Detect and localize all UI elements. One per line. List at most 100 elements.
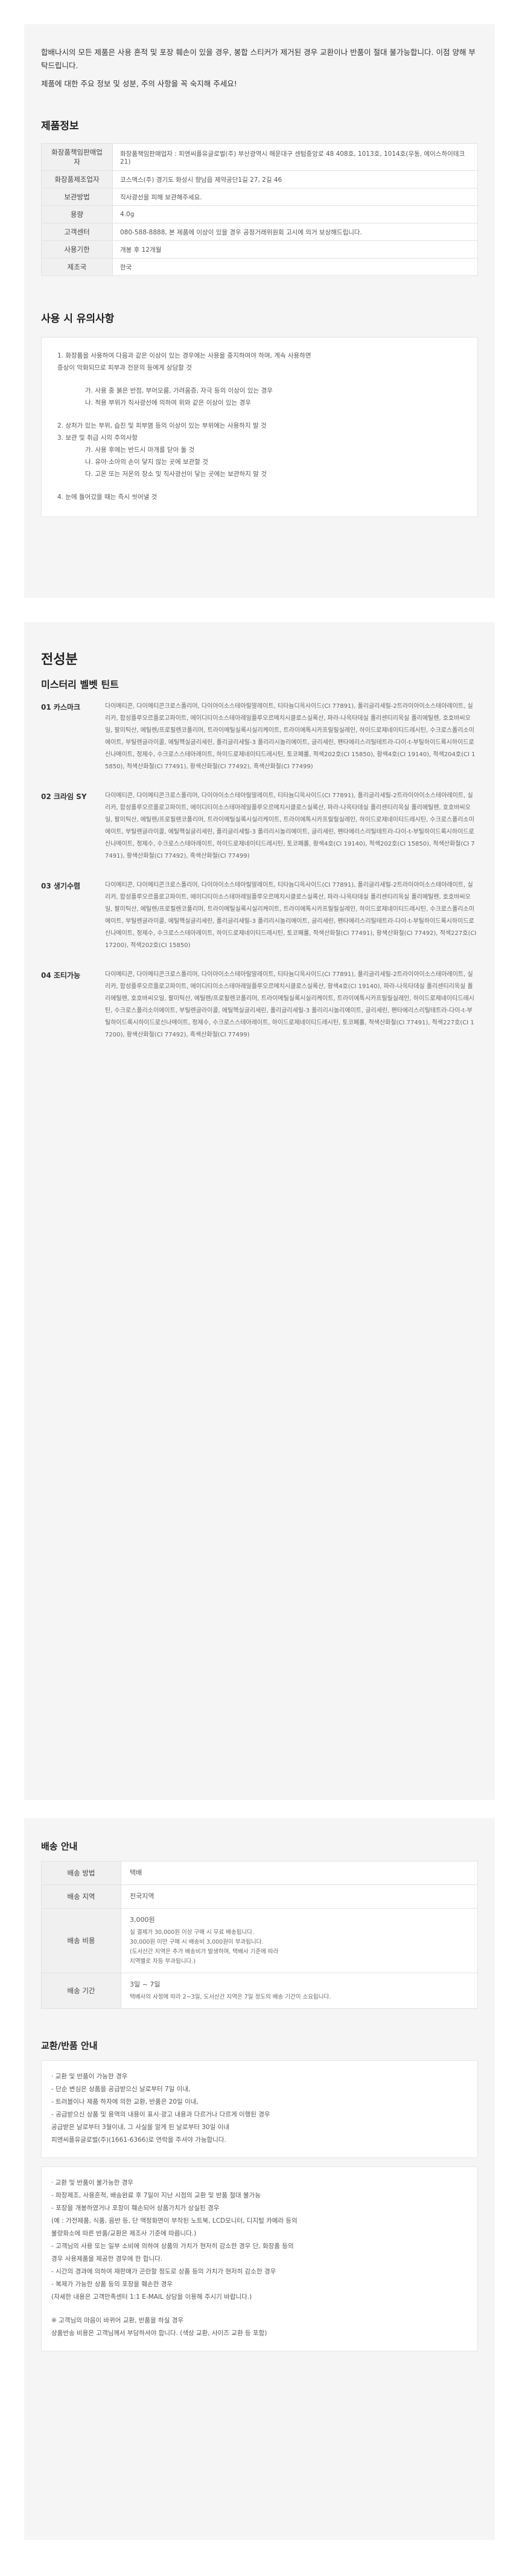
caution-item: 가. 사용 중 붉은 반점, 부어오름, 가려움증, 자극 등의 이상이 있는 … — [85, 387, 273, 394]
ingredient-row: 01 카스마크 다이메티콘, 다이메티콘크로스폴리머, 다이아이소스테아릴말레이트… — [24, 701, 495, 773]
ingredient-list: 01 카스마크다이메티콘, 다이메티콘크로스폴리머, 다이아이소스테아릴말레이트… — [24, 701, 495, 1041]
exchange-line: - 포장을 개봉하였거나 포장이 훼손되어 상품가치가 상실된 경우 — [51, 2205, 220, 2212]
shipping-value-line: 3일 ~ 7일 — [130, 1980, 161, 1988]
shade-name: 01 카스마크 — [41, 703, 81, 711]
caution-item: 1. 화장품을 사용하여 다음과 같은 이상이 있는 경우에는 사용을 중지하여… — [57, 352, 311, 359]
shade-name: 03 생기수렴 — [41, 882, 81, 890]
shipping-panel: 배송 안내 배송 방법 택배 배송 지역 전국지역 배송 비용 3,000원 실 결제가 3… — [24, 1818, 495, 2540]
ingredient-text: 다이메티콘, 다이메티콘크로스폴리머, 다이아이소스테아릴말레이트, 티타늄디옥… — [105, 792, 475, 859]
info-row: 제조국 한국 — [41, 258, 478, 276]
caution-item: 다. 고온 또는 저온의 장소 및 직사광선이 닿는 곳에는 보관하지 말 것 — [85, 471, 267, 478]
info-label: 사용기한 — [41, 240, 113, 259]
info-label: 제조국 — [41, 258, 113, 276]
caution-item: 2. 상처가 있는 부위, 습진 및 피부염 등의 이상이 있는 부위에는 사용… — [57, 422, 267, 429]
shipping-value-line: 3,000원 — [130, 1916, 155, 1924]
shipping-value: 전국지역 — [121, 1884, 478, 1909]
exchange-line: 불량화소에 따른 반품/교환은 제조사 기준에 따릅니다.) — [51, 2230, 197, 2237]
caution-box: 1. 화장품을 사용하여 다음과 같은 이상이 있는 경우에는 사용을 중지하여… — [41, 337, 478, 517]
shipping-label: 배송 방법 — [41, 1861, 121, 1885]
exchange-note: ※ 고객님의 마음이 바뀌어 교환, 반품을 하실 경우 — [51, 2317, 184, 2324]
shipping-value-line: 전국지역 — [130, 1892, 154, 1900]
ingredient-row: 02 크라임 SY 다이메티콘, 다이메티콘크로스폴리머, 다이아이소스테아릴말레… — [24, 790, 495, 862]
info-row: 고객센터 080-588-8888, 본 제품에 이상이 있을 경우 공정거래위원… — [41, 223, 478, 241]
shipping-value: 택배 — [121, 1861, 478, 1885]
exchange-impossible-box: · 교환 및 반품이 불가능한 경우 - 파장제조, 사용흔적, 배송완료 후 7… — [41, 2166, 478, 2351]
exchange-line: (예 : 가전제품, 식품, 음반 등, 단 액정화면이 부착된 노트북, LC… — [51, 2217, 298, 2224]
exchange-possible-box: · 교환 및 반품이 가능한 경우 - 단순 변심은 상품을 공급받으신 날로부터… — [41, 2060, 478, 2158]
exchange-line: · 교환 및 반품이 불가능한 경우 — [51, 2179, 133, 2186]
info-row: 용량 4.0g — [41, 205, 478, 223]
ingredient-text: 다이메티콘, 다이메티콘크로스폴리머, 다이아이소스테아릴말레이트, 티타늄디옥… — [105, 971, 474, 1038]
info-value: 4.0g — [112, 205, 478, 223]
info-value: 화장품책임판매업자 : 피엔씨플유글로벌(주) 부산광역시 해운대구 센텀중앙로… — [112, 143, 478, 171]
section-title: 교환/반품 안내 — [41, 2040, 98, 2051]
ingredients-panel: 전성분 미스터리 벨벳 틴트 01 카스마크다이메티콘, 다이메티콘크로스폴리머… — [24, 622, 495, 1800]
shipping-table: 배송 방법 택배 배송 지역 전국지역 배송 비용 3,000원 실 결제가 30,000원… — [41, 1861, 478, 2009]
exchange-line: (자세한 내용은 고객만족센터 1:1 E-MAIL 상담을 이용해 주시기 바… — [51, 2293, 252, 2301]
section-title: 전성분 — [41, 652, 78, 667]
exchange-line: - 복제가 가능한 상품 등의 포장을 훼손한 경우 — [51, 2281, 173, 2288]
notice-text: 제품에 대한 주요 정보 및 성분, 주의 사항을 꼭 숙지해 주세요! — [41, 79, 237, 88]
info-row: 화장품책임판매업자 화장품책임판매업자 : 피엔씨플유글로벌(주) 부산광역시 해… — [41, 143, 478, 171]
exchange-line: · 교환 및 반품이 가능한 경우 — [51, 2073, 128, 2080]
product-info-panel: 합배나시의 모든 제품은 사용 흔적 및 포장 훼손이 있을 경우, 봉합 스티… — [24, 24, 495, 598]
exchange-line: - 파장제조, 사용흔적, 배송완료 후 7일이 지난 시점의 교환 및 반품 … — [51, 2192, 261, 2199]
caution-item: 나. 적용 부위가 직사광선에 의하여 위와 같은 이상이 있는 경우 — [85, 399, 251, 406]
info-value: 개봉 후 12개월 — [112, 240, 478, 259]
shipping-value-line: 30,000원 이만 구매 시 배송비 3,000원이 부과됩니다. — [130, 1939, 264, 1945]
shipping-value-line: 택배 — [130, 1869, 142, 1877]
section-title: 제품정보 — [41, 120, 79, 132]
info-label: 화장품책임판매업자 — [41, 143, 113, 171]
info-row: 화장품제조업자 코스맥스(주) 경기도 화성시 향남읍 제약공단1길 27, 2길… — [41, 170, 478, 188]
info-value: 코스맥스(주) 경기도 화성시 향남읍 제약공단1길 27, 2길 46 — [112, 170, 478, 188]
exchange-line: - 공급받으신 상품 및 용역의 내용이 표시·광고 내용과 다르거나 다르게 … — [51, 2111, 270, 2118]
caution-item: 3. 보관 및 취급 시의 주의사항 — [57, 434, 138, 442]
exchange-line: - 트러블이나 제품 하자에 의한 교환, 반품은 20일 이내, — [51, 2098, 199, 2105]
section-title: 배송 안내 — [41, 1841, 78, 1852]
shipping-row: 배송 비용 3,000원 실 결제가 30,000원 이상 구매 시 무료 배송됩니… — [41, 1908, 478, 1973]
caution-item: 가. 사용 후에는 반드시 마개를 닫아 둘 것 — [85, 446, 195, 454]
shade-name: 04 조티가능 — [41, 971, 81, 980]
info-value: 한국 — [112, 258, 478, 276]
notice-text: 합배나시의 모든 제품은 사용 흔적 및 포장 훼손이 있을 경우, 봉합 스티… — [41, 48, 476, 70]
ingredient-text: 다이메티콘, 다이메티콘크로스폴리머, 다이아이소스테아릴말레이트, 티타늄디옥… — [105, 882, 477, 949]
product-info-table: 화장품책임판매업자 화장품책임판매업자 : 피엔씨플유글로벌(주) 부산광역시 해… — [41, 143, 478, 276]
info-row: 사용기한 개봉 후 12개월 — [41, 240, 478, 259]
caution-item: 4. 눈에 들어갔을 때는 즉시 씻어낼 것 — [57, 493, 158, 501]
exchange-line: - 시간의 경과에 의하여 재판매가 곤란할 정도로 상품 등의 가치가 현저히… — [51, 2268, 276, 2275]
info-label: 화장품제조업자 — [41, 170, 113, 188]
shipping-label: 배송 지역 — [41, 1884, 121, 1909]
shipping-value-line: (도서산간 지역은 추가 배송비가 발생하며, 택배사 기준에 따라 — [130, 1948, 279, 1955]
notice: 합배나시의 모든 제품은 사용 흔적 및 포장 훼손이 있을 경우, 봉합 스티… — [24, 24, 495, 91]
shipping-row: 배송 지역 전국지역 — [41, 1884, 478, 1909]
ingredient-row: 03 생기수렴 다이메티콘, 다이메티콘크로스폴리머, 다이아이소스테아릴말레이트… — [24, 879, 495, 952]
shipping-value-line: 지역별로 차등 부과됩니다.) — [130, 1958, 196, 1965]
info-label: 고객센터 — [41, 223, 113, 241]
shipping-value: 3,000원실 결제가 30,000원 이상 구매 시 무료 배송됩니다. 30,… — [121, 1908, 478, 1973]
exchange-line: 경우 사용제품을 제공한 경우에 한 합니다. — [51, 2255, 163, 2263]
info-row: 보관방법 직사광선을 피해 보관해주세요. — [41, 188, 478, 206]
caution-item: 증상이 악화되므로 피부과 전문의 등에게 상담할 것 — [57, 364, 192, 371]
product-name: 미스터리 벨벳 틴트 — [41, 679, 119, 690]
shipping-label: 배송 기간 — [41, 1973, 121, 2009]
shipping-row: 배송 기간 3일 ~ 7일 택배사의 사정에 따라 2~3일, 도서산간 지역은 7… — [41, 1973, 478, 2009]
info-value: 080-588-8888, 본 제품에 이상이 있을 경우 공정거래위원회 고시… — [112, 223, 478, 241]
shipping-value-line: 실 결제가 30,000원 이상 구매 시 무료 배송됩니다. — [130, 1929, 254, 1936]
exchange-line: 공급받은 날로부터 3월이내, 그 사실을 알게 된 날로부터 30일 이내 — [51, 2124, 229, 2131]
info-label: 용량 — [41, 205, 113, 223]
shade-name: 02 크라임 SY — [41, 792, 87, 801]
exchange-note: 상품반송 비용은 고객님께서 부담하셔야 합니다. (색상 교환, 사이즈 교환… — [51, 2330, 267, 2337]
exchange-line: - 단순 변심은 상품을 공급받으신 날로부터 7일 이내, — [51, 2086, 191, 2093]
shipping-value-line: 택배사의 사정에 따라 2~3일, 도서산간 지역은 7일 정도의 배송 기간이… — [130, 1994, 331, 2000]
shipping-value: 3일 ~ 7일택배사의 사정에 따라 2~3일, 도서산간 지역은 7일 정도의… — [121, 1973, 478, 2009]
info-value: 직사광선을 피해 보관해주세요. — [112, 188, 478, 206]
ingredient-text: 다이메티콘, 다이메티콘크로스폴리머, 다이아이소스테아릴말레이트, 티타늄디옥… — [105, 703, 476, 770]
caution-item: 나. 유아·소아의 손이 닿지 않는 곳에 보관할 것 — [85, 458, 208, 466]
shipping-row: 배송 방법 택배 — [41, 1861, 478, 1885]
section-title: 사용 시 유의사항 — [41, 313, 115, 325]
exchange-line: - 고객님의 사용 또는 일부 소비에 의하여 상품의 가치가 현저히 감소한 … — [51, 2243, 294, 2250]
info-label: 보관방법 — [41, 188, 113, 206]
exchange-line: 피엔씨플유글로벌(주)(1661-6366)로 연락을 주셔야 가능합니다. — [51, 2136, 226, 2144]
ingredient-row: 04 조티가능 다이메티콘, 다이메티콘크로스폴리머, 다이아이소스테아릴말레이트… — [24, 969, 495, 1041]
shipping-label: 배송 비용 — [41, 1908, 121, 1973]
